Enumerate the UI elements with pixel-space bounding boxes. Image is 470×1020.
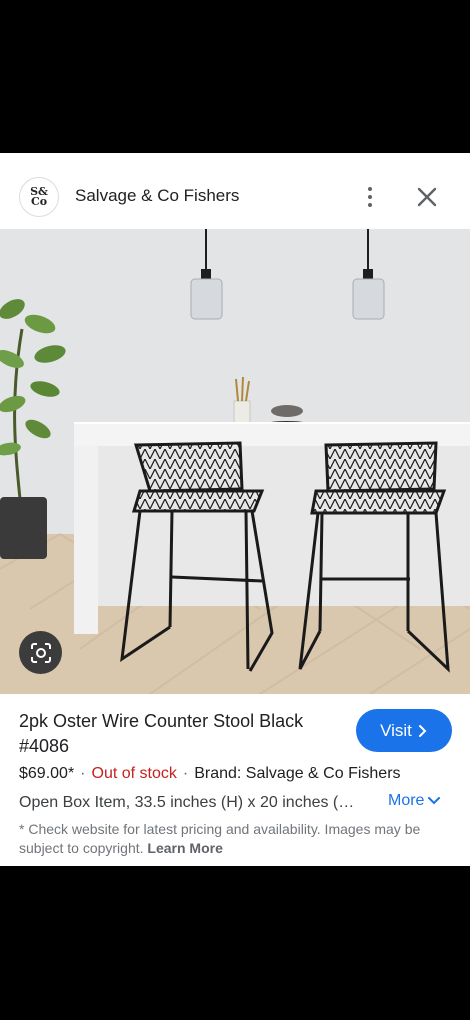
chevron-right-icon: [418, 724, 427, 737]
price: $69.00*: [19, 765, 75, 782]
brand: Brand: Salvage & Co Fishers: [194, 765, 401, 782]
product-image[interactable]: [0, 229, 470, 694]
chevron-down-icon: [428, 797, 441, 805]
more-button[interactable]: More: [388, 792, 441, 810]
stock-status: Out of stock: [91, 765, 177, 782]
visit-button[interactable]: Visit: [356, 709, 452, 752]
result-panel: S& Co Salvage & Co Fishers 2pk Oster Wir…: [0, 153, 470, 866]
product-meta: $69.00* · Out of stock · Brand: Salvage & Co…: [19, 765, 401, 782]
learn-more-link[interactable]: Learn More: [147, 840, 222, 856]
close-icon[interactable]: [414, 184, 440, 210]
site-name[interactable]: Salvage & Co Fishers: [75, 186, 239, 206]
lens-search-icon[interactable]: [19, 631, 62, 674]
site-logo[interactable]: S& Co: [19, 177, 59, 217]
disclaimer: * Check website for latest pricing and a…: [19, 820, 449, 858]
product-title[interactable]: 2pk Oster Wire Counter Stool Black #4086: [19, 709, 349, 759]
visit-label: Visit: [380, 720, 412, 740]
site-logo-text: S& Co: [30, 185, 48, 208]
panel-header: S& Co Salvage & Co Fishers: [0, 153, 470, 229]
more-label: More: [388, 792, 425, 809]
product-description: Open Box Item, 33.5 inches (H) x 20 inch…: [19, 794, 355, 811]
more-vert-icon[interactable]: [359, 183, 381, 211]
product-photo-illustration: [0, 229, 470, 694]
